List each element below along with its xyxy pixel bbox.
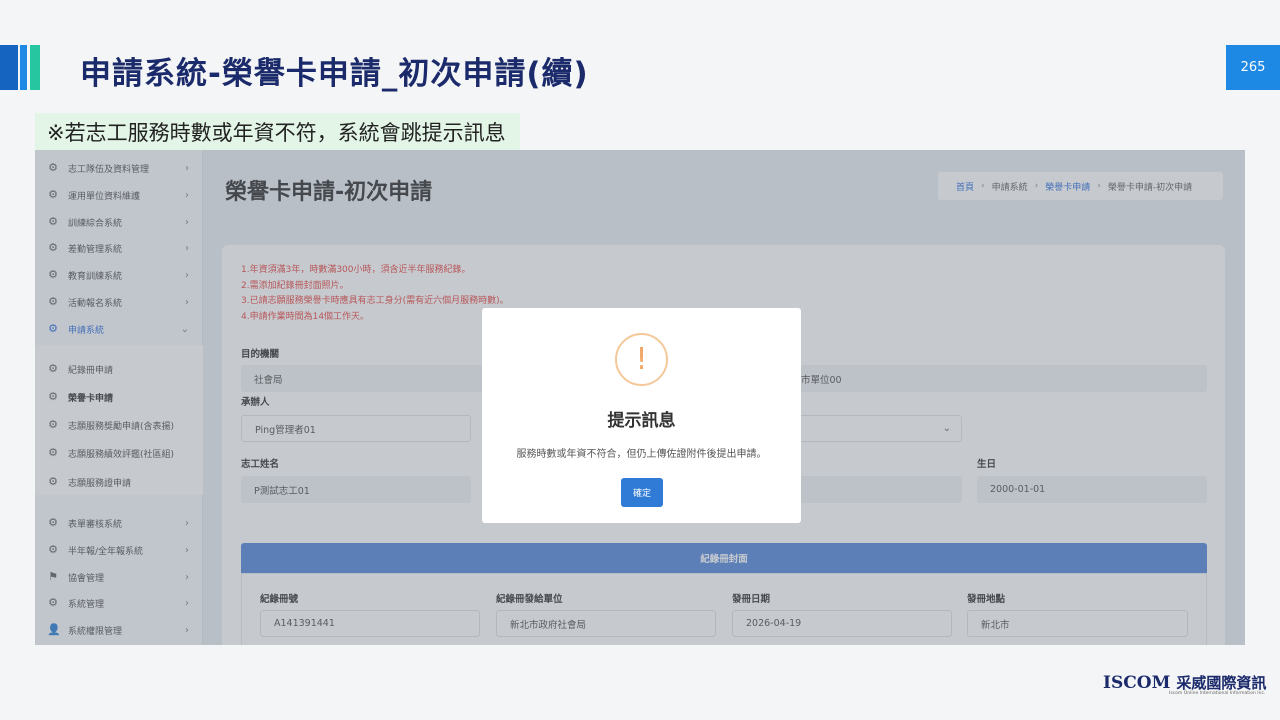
dialog-title: 提示訊息	[607, 411, 676, 431]
accent-bar-1	[0, 45, 18, 90]
dialog-message: 服務時數或年資不符合，但仍上傳佐證附件後提出申請。	[516, 449, 767, 460]
note-banner: ※若志工服務時數或年資不符，系統會跳提示訊息	[35, 113, 520, 150]
warning-icon: !	[615, 333, 668, 386]
confirm-button[interactable]: 確定	[621, 478, 663, 507]
slide-title: 申請系統-榮譽卡申請_初次申請(續)	[80, 56, 589, 92]
accent-bar-2	[20, 45, 27, 90]
accent-bar-3	[30, 45, 40, 90]
alert-dialog: ! 提示訊息 服務時數或年資不符合，但仍上傳佐證附件後提出申請。 確定	[482, 308, 801, 523]
logo-sub: Iscom Online International Information I…	[1169, 691, 1266, 696]
page-number: 265	[1226, 45, 1280, 90]
logo-en: ISCOM	[1103, 672, 1171, 693]
company-logo: ISCOM 采威國際資訊 Iscom Online International …	[1103, 672, 1267, 697]
logo-zh: 采威國際資訊	[1176, 674, 1267, 692]
